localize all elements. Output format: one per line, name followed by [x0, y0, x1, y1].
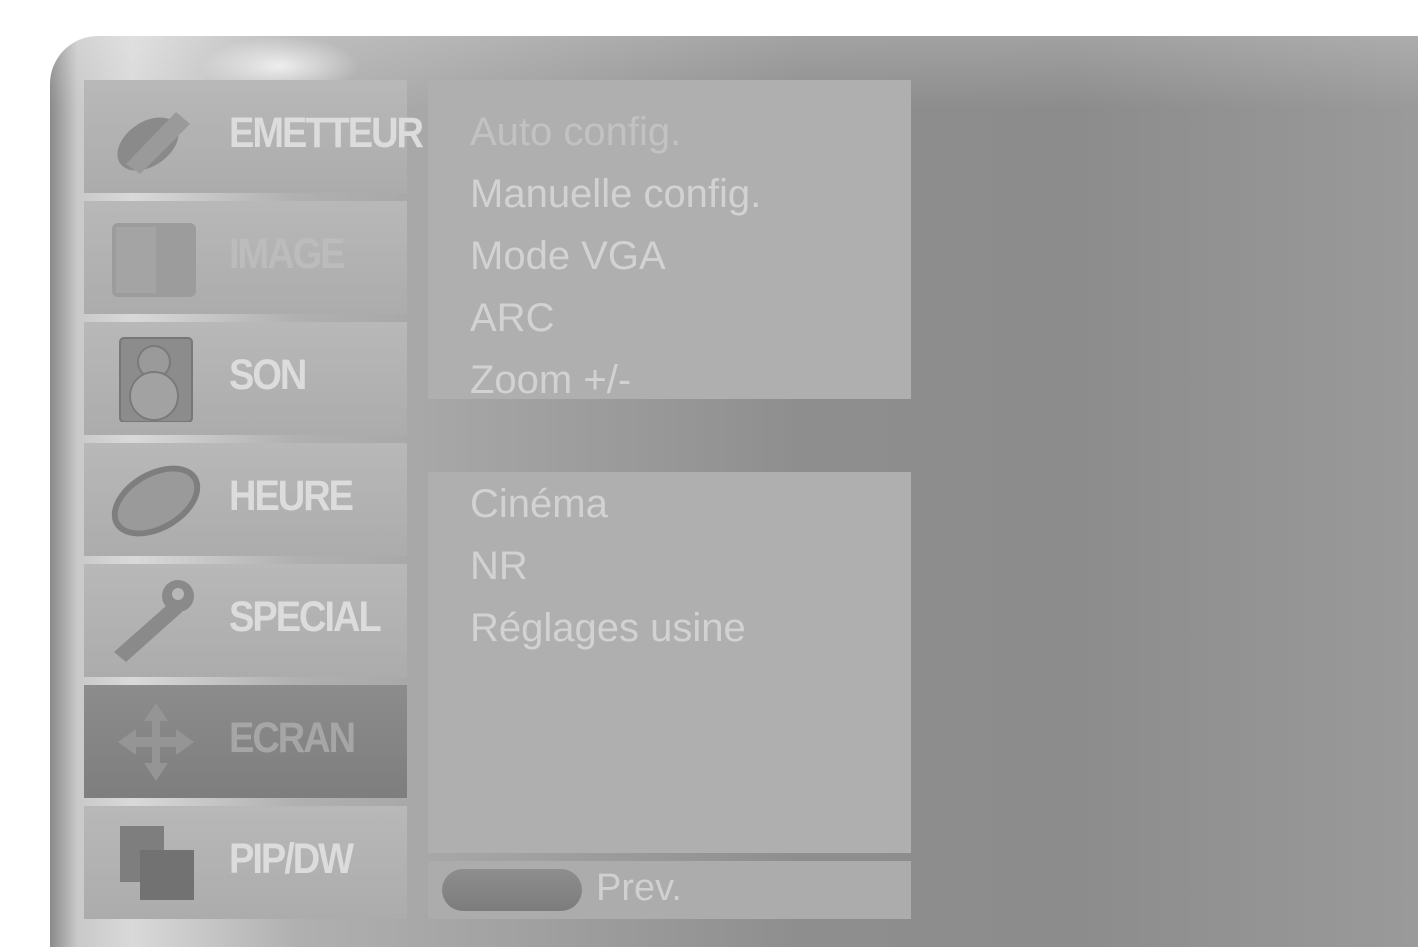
menu-item-son[interactable]: SON — [84, 322, 407, 435]
menu-label: HEURE — [229, 473, 354, 521]
key-icon — [114, 580, 194, 662]
picture-icon — [112, 223, 196, 297]
prev-label: Prev. — [596, 867, 682, 909]
satellite-dish-icon — [117, 112, 190, 174]
menu-item-image[interactable]: IMAGE — [84, 201, 407, 314]
menu-label: IMAGE — [229, 231, 346, 279]
osd-screen: EMETTEUR IMAGE SON HEURE SPECIAL ECRAN P… — [50, 36, 1418, 947]
menu-item-pip[interactable]: PIP/DW — [84, 806, 407, 919]
option-vga-mode[interactable]: Mode VGA — [470, 234, 666, 279]
clock-icon — [111, 465, 201, 537]
menu-item-emetteur[interactable]: EMETTEUR — [84, 80, 424, 193]
menu-label: ECRAN — [229, 715, 356, 763]
pip-icon — [120, 826, 194, 900]
option-nr[interactable]: NR — [470, 544, 528, 589]
move-arrows-icon — [118, 703, 194, 781]
option-auto-config[interactable]: Auto config. — [470, 110, 681, 155]
menu-label: PIP/DW — [229, 836, 354, 884]
menu-label: SPECIAL — [229, 594, 382, 642]
option-cinema[interactable]: Cinéma — [470, 482, 608, 527]
menu-label: SON — [229, 352, 307, 400]
menu-item-special[interactable]: SPECIAL — [84, 564, 407, 677]
prev-button[interactable] — [442, 869, 582, 911]
menu-item-heure[interactable]: HEURE — [84, 443, 407, 556]
menu-item-ecran[interactable]: ECRAN — [84, 685, 407, 798]
menu-label: EMETTEUR — [229, 110, 424, 158]
option-zoom[interactable]: Zoom +/- — [470, 358, 631, 403]
option-manual-config[interactable]: Manuelle config. — [470, 172, 761, 217]
option-arc[interactable]: ARC — [470, 296, 554, 341]
options-panel-bottom: Cinéma NR Réglages usine — [428, 472, 911, 853]
options-panel-top: Auto config. Manuelle config. Mode VGA A… — [428, 80, 911, 402]
footer-bar: Prev. — [428, 861, 911, 919]
speaker-icon — [119, 337, 193, 422]
option-factory-reset[interactable]: Réglages usine — [470, 606, 746, 651]
